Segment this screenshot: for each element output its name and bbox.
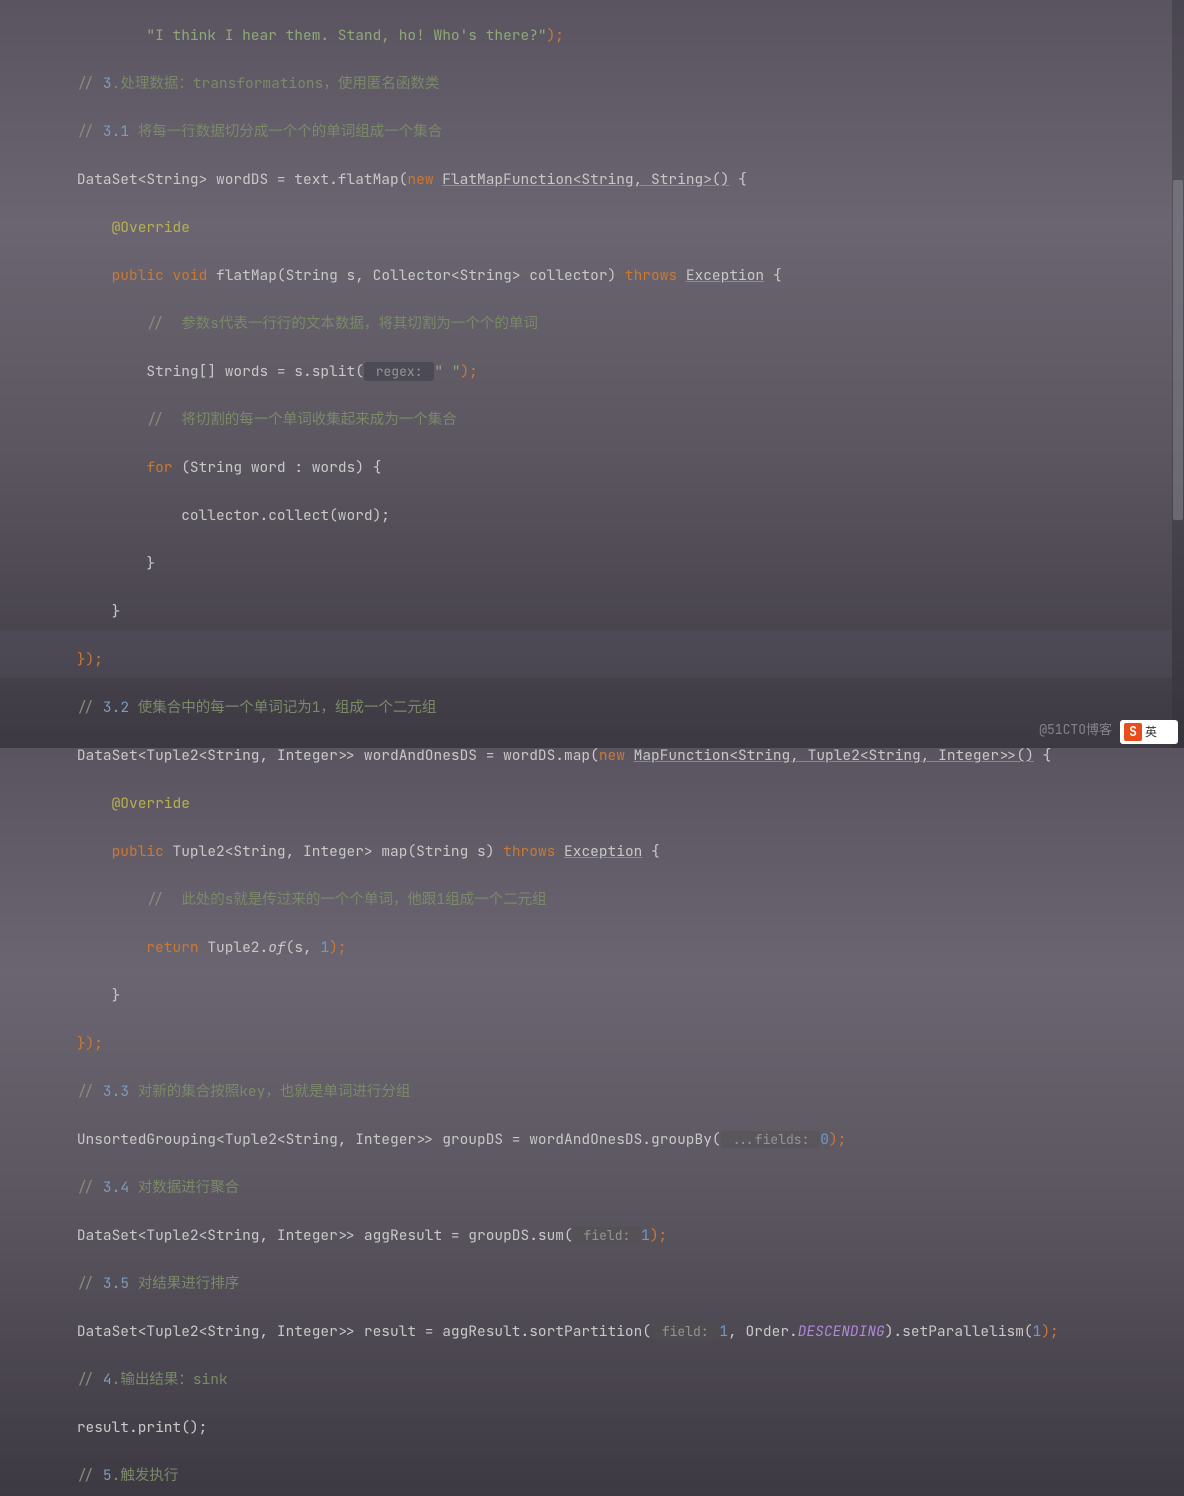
comment: .输出结果：sink (112, 1370, 228, 1389)
ime-logo-icon: S (1124, 723, 1142, 741)
param-hint-field: field: (651, 1323, 719, 1340)
comment: .处理数据：transformations，使用匿名函数类 (112, 74, 440, 93)
ime-mode: 英 (1145, 720, 1157, 744)
comment: 对数据进行聚合 (129, 1178, 239, 1197)
anonymous-class: MapFunction<String, Tuple2<String, Integ… (634, 746, 1034, 765)
comment: 对新的集合按照key，也就是单词进行分组 (129, 1082, 410, 1101)
watermark-text: @51CTO博客 (1039, 718, 1112, 742)
comment: 参数s代表一行行的文本数据，将其切割为一个个的单词 (173, 314, 538, 333)
comment: 此处的s就是传过来的一个个单词，他跟1组成一个二元组 (173, 890, 547, 909)
comment: 使集合中的每一个单词记为1，组成一个二元组 (129, 698, 436, 717)
code-editor[interactable]: "I think I hear them. Stand, ho! Who's t… (0, 0, 1184, 748)
comment: 将每一行数据切分成一个个的单词组成一个集合 (129, 122, 442, 141)
ime-indicator[interactable]: S 英 (1120, 720, 1178, 744)
param-hint-field: field: (573, 1227, 641, 1244)
comment: 对结果进行排序 (129, 1274, 239, 1293)
comment: 将切割的每一个单词收集起来成为一个集合 (173, 410, 457, 429)
enum-constant: DESCENDING (798, 1322, 885, 1341)
annotation: @Override (112, 218, 190, 237)
param-hint-regex: regex: (364, 362, 434, 381)
annotation: @Override (112, 794, 190, 813)
param-hint-fields: ...fields: (721, 1131, 821, 1148)
scrollbar-thumb[interactable] (1173, 180, 1183, 520)
comment: .触发执行 (112, 1466, 179, 1485)
anonymous-class: FlatMapFunction<String, String>() (442, 170, 729, 189)
vertical-scrollbar[interactable] (1172, 0, 1184, 748)
string-literal: "I think I hear them. Stand, ho! Who's t… (146, 26, 546, 45)
